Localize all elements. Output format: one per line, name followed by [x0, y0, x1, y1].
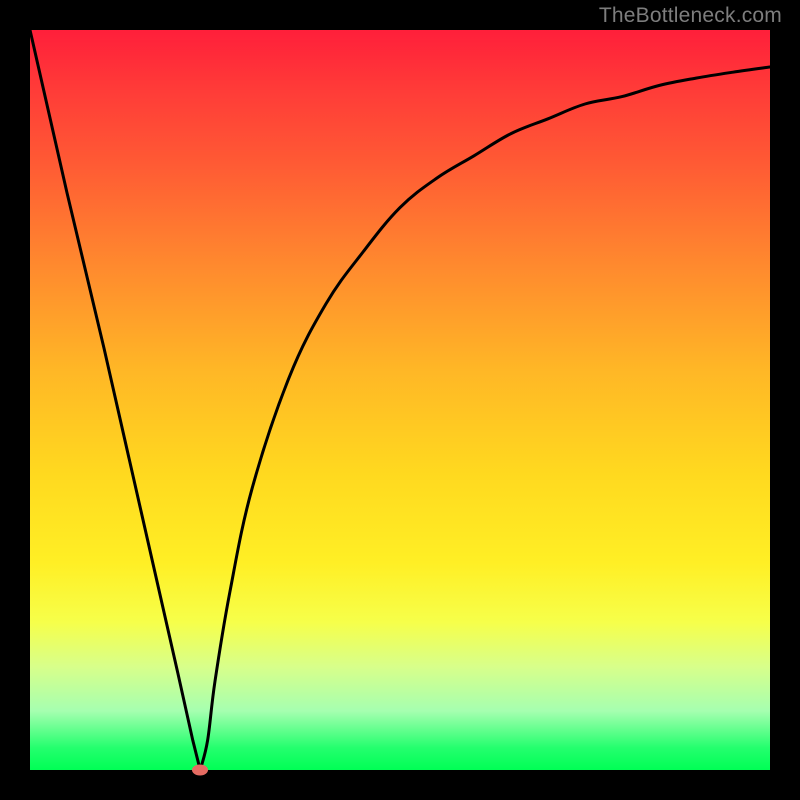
chart-frame: TheBottleneck.com: [0, 0, 800, 800]
curve-svg: [30, 30, 770, 770]
optimum-marker: [192, 765, 208, 776]
plot-area: [30, 30, 770, 770]
bottleneck-curve-path: [30, 30, 770, 770]
watermark-text: TheBottleneck.com: [599, 4, 782, 28]
